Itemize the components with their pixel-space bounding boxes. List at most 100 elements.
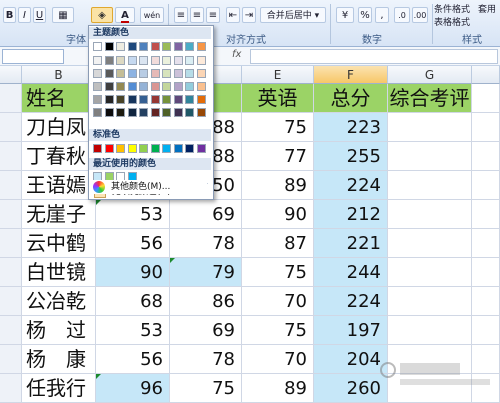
theme-shade-swatch[interactable] (150, 56, 160, 65)
theme-shade-swatch[interactable] (173, 82, 183, 91)
cell-h[interactable] (472, 229, 500, 258)
decrease-decimal-button[interactable]: .00 (412, 7, 428, 23)
cell-g[interactable] (388, 200, 472, 229)
cell-f[interactable]: 212 (314, 200, 388, 229)
theme-shade-swatch[interactable] (162, 108, 171, 117)
theme-shade-swatch[interactable] (196, 95, 206, 104)
cell-e[interactable]: 70 (242, 345, 314, 374)
cell-c[interactable]: 56 (96, 345, 170, 374)
theme-shade-swatch[interactable] (173, 56, 183, 65)
theme-shade-swatch[interactable] (196, 69, 206, 78)
cell-h[interactable] (472, 171, 500, 200)
column-header-g[interactable]: G (388, 66, 472, 84)
theme-shade-swatch[interactable] (93, 69, 102, 78)
cell-f[interactable]: 244 (314, 258, 388, 287)
theme-shade-swatch[interactable] (116, 82, 125, 91)
cell-g[interactable] (388, 316, 472, 345)
theme-shade-swatch[interactable] (162, 82, 171, 91)
standard-color-swatch[interactable] (139, 144, 148, 153)
cell-c[interactable]: 53 (96, 200, 170, 229)
comma-button[interactable]: , (375, 7, 389, 23)
row-header[interactable] (0, 258, 22, 287)
cell-d[interactable]: 86 (170, 287, 242, 316)
row-header[interactable] (0, 113, 22, 142)
theme-shade-swatch[interactable] (139, 108, 148, 117)
row-header[interactable] (0, 84, 22, 113)
column-header-e[interactable]: E (242, 66, 314, 84)
cell-c[interactable]: 96 (96, 374, 170, 403)
theme-color-swatch[interactable] (104, 42, 114, 51)
row-header[interactable] (0, 229, 22, 258)
theme-shade-swatch[interactable] (139, 69, 148, 78)
cell-g[interactable] (388, 171, 472, 200)
theme-shade-swatch[interactable] (173, 95, 183, 104)
theme-shade-swatch[interactable] (162, 95, 171, 104)
cell-name[interactable]: 王语嫣 (22, 171, 96, 200)
theme-color-swatch[interactable] (93, 42, 102, 51)
align-right-button[interactable]: ≡ (206, 7, 220, 23)
theme-shade-swatch[interactable] (93, 56, 102, 65)
theme-shade-swatch[interactable] (93, 108, 102, 117)
theme-shade-swatch[interactable] (185, 108, 194, 117)
row-header[interactable] (0, 171, 22, 200)
standard-color-swatch[interactable] (127, 144, 137, 153)
theme-shade-swatch[interactable] (104, 95, 114, 104)
theme-shade-swatch[interactable] (162, 56, 171, 65)
theme-shade-swatch[interactable] (116, 95, 125, 104)
row-header[interactable] (0, 374, 22, 403)
cell-d[interactable]: 69 (170, 316, 242, 345)
theme-shade-swatch[interactable] (139, 82, 148, 91)
theme-shade-swatch[interactable] (104, 69, 114, 78)
standard-color-swatch[interactable] (185, 144, 194, 153)
cell-h[interactable] (472, 142, 500, 171)
theme-color-swatch[interactable] (116, 42, 125, 51)
standard-color-swatch[interactable] (162, 144, 171, 153)
row-header[interactable] (0, 142, 22, 171)
align-left-button[interactable]: ≡ (174, 7, 188, 23)
empty-cell[interactable] (472, 84, 500, 113)
cell-e[interactable]: 75 (242, 316, 314, 345)
cell-f[interactable]: 197 (314, 316, 388, 345)
header-cell-english[interactable]: 英语 (242, 84, 314, 113)
cell-c[interactable]: 53 (96, 316, 170, 345)
cell-e[interactable]: 70 (242, 287, 314, 316)
increase-indent-button[interactable]: ⇥ (242, 7, 256, 23)
row-header[interactable] (0, 316, 22, 345)
cell-h[interactable] (472, 316, 500, 345)
currency-button[interactable]: ¥ (336, 7, 354, 23)
column-header-f[interactable]: F (314, 66, 388, 84)
theme-shade-swatch[interactable] (185, 56, 194, 65)
cell-c[interactable]: 56 (96, 229, 170, 258)
select-all-corner[interactable] (0, 66, 22, 84)
theme-shade-swatch[interactable] (196, 82, 206, 91)
cell-f[interactable]: 221 (314, 229, 388, 258)
theme-color-swatch[interactable] (150, 42, 160, 51)
cell-d[interactable]: 78 (170, 229, 242, 258)
underline-button[interactable]: U (33, 7, 46, 23)
theme-shade-swatch[interactable] (127, 56, 137, 65)
cell-name[interactable]: 杨 过 (22, 316, 96, 345)
bold-button[interactable]: B (3, 7, 16, 23)
cell-h[interactable] (472, 287, 500, 316)
cell-name[interactable]: 丁春秋 (22, 142, 96, 171)
cell-e[interactable]: 89 (242, 171, 314, 200)
more-colors-option[interactable]: 其他颜色(M)... (91, 180, 207, 194)
cell-name[interactable]: 任我行 (22, 374, 96, 403)
row-header[interactable] (0, 200, 22, 229)
theme-shade-swatch[interactable] (196, 56, 206, 65)
cell-g[interactable] (388, 287, 472, 316)
cell-e[interactable]: 75 (242, 258, 314, 287)
cell-f[interactable]: 255 (314, 142, 388, 171)
theme-shade-swatch[interactable] (127, 108, 137, 117)
cell-name[interactable]: 杨 康 (22, 345, 96, 374)
cell-g[interactable] (388, 142, 472, 171)
theme-shade-swatch[interactable] (162, 69, 171, 78)
fill-color-button[interactable]: ◈ (91, 7, 113, 23)
decrease-indent-button[interactable]: ⇤ (226, 7, 240, 23)
theme-shade-swatch[interactable] (139, 56, 148, 65)
phonetic-guide-button[interactable]: wén (140, 7, 164, 23)
cell-f[interactable]: 224 (314, 287, 388, 316)
theme-shade-swatch[interactable] (104, 82, 114, 91)
cell-e[interactable]: 77 (242, 142, 314, 171)
cell-g[interactable] (388, 113, 472, 142)
